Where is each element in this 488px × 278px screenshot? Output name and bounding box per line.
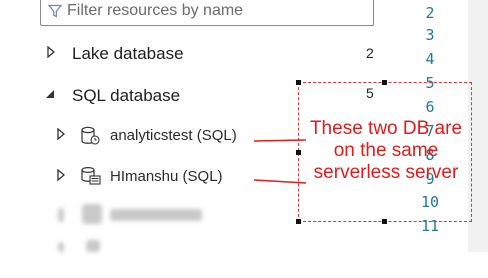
chevron-right-icon[interactable] [57, 169, 65, 181]
annotation-arrows [253, 139, 307, 184]
chevron-right-icon[interactable] [47, 46, 55, 58]
blurred-icon [82, 204, 102, 224]
annotation-text: These two DB are on the same serverless … [309, 118, 463, 183]
chevron-right-icon[interactable] [57, 128, 65, 140]
himanshu-label: HImanshu (SQL) [110, 168, 223, 185]
lake-database-count: 2 [366, 45, 374, 61]
blurred-chevron [58, 242, 64, 252]
selection-handle [382, 219, 387, 224]
line-number: 4 [425, 50, 435, 68]
blurred-chevron [58, 208, 64, 222]
filter-box[interactable] [40, 0, 374, 26]
blurred-label [110, 209, 202, 221]
selection-handle [382, 80, 387, 85]
lake-database-label: Lake database [72, 44, 184, 63]
chevron-down-icon[interactable] [45, 89, 55, 99]
blurred-icon [86, 240, 100, 252]
filter-icon [48, 4, 62, 18]
selection-handle [296, 80, 301, 85]
server-database-icon [81, 166, 101, 185]
tree-item-partial[interactable] [0, 238, 396, 278]
selection-handle [296, 219, 301, 224]
line-number: 2 [425, 4, 435, 22]
line-number: 3 [425, 26, 435, 44]
tree-node-lake-database[interactable]: Lake database 2 [0, 33, 396, 73]
sql-database-label: SQL database [72, 86, 181, 105]
filter-input[interactable] [67, 1, 367, 21]
sql-database-icon [81, 126, 100, 145]
analyticstest-label: analyticstest (SQL) [110, 127, 237, 144]
